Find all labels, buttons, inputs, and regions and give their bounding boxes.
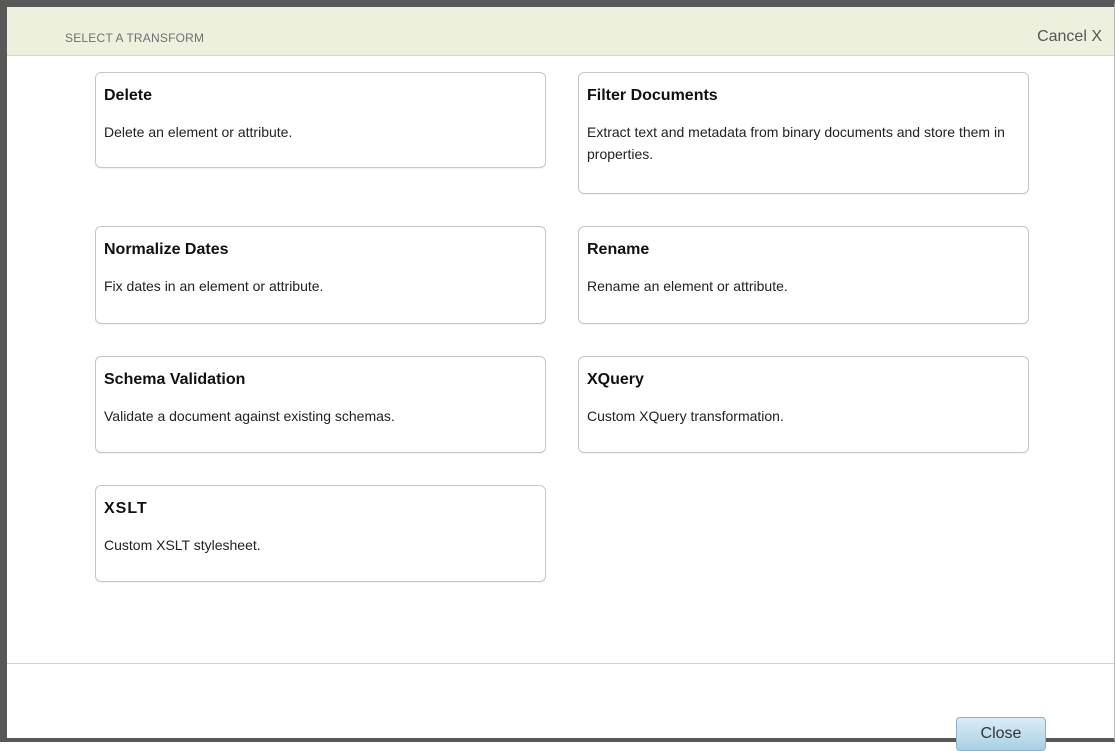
transform-description: Validate a document against existing sch…: [104, 408, 395, 424]
transform-name: Delete: [104, 87, 153, 104]
transform-name: XQuery: [587, 371, 644, 388]
transform-description: Delete an element or attribute.: [104, 124, 293, 140]
transform-description: Extract text and metadata from binary do…: [587, 124, 1005, 162]
transform-name: Schema Validation: [104, 371, 246, 388]
cancel-link[interactable]: Cancel X: [1037, 28, 1102, 46]
transform-card-rename[interactable]: Rename Rename an element or attribute.: [578, 226, 1029, 324]
transform-name: Rename: [587, 241, 650, 258]
transform-description: Custom XSLT stylesheet.: [104, 537, 261, 553]
transform-card-schema-validation[interactable]: Schema Validation Validate a document ag…: [95, 356, 546, 453]
transform-description: Fix dates in an element or attribute.: [104, 278, 324, 294]
select-transform-dialog: SELECT A TRANSFORM Cancel X Delete Delet…: [0, 0, 1115, 751]
transform-card-xquery[interactable]: XQuery Custom XQuery transformation.: [578, 356, 1029, 453]
transform-card-filter-documents[interactable]: Filter Documents Extract text and metada…: [578, 72, 1029, 194]
transform-description: Custom XQuery transformation.: [587, 408, 784, 424]
transform-name: Filter Documents: [587, 87, 718, 104]
transform-description: Rename an element or attribute.: [587, 278, 788, 294]
footer-divider: [7, 663, 1114, 664]
transform-name: XSLT: [104, 500, 148, 517]
transform-card-normalize-dates[interactable]: Normalize Dates Fix dates in an element …: [95, 226, 546, 324]
dialog-header: SELECT A TRANSFORM Cancel X: [7, 7, 1114, 56]
dialog-title: SELECT A TRANSFORM: [65, 31, 205, 45]
transform-card-delete[interactable]: Delete Delete an element or attribute.: [95, 72, 546, 168]
close-button[interactable]: Close: [956, 717, 1046, 751]
transform-card-xslt[interactable]: XSLT Custom XSLT stylesheet.: [95, 485, 546, 582]
transform-name: Normalize Dates: [104, 241, 229, 258]
